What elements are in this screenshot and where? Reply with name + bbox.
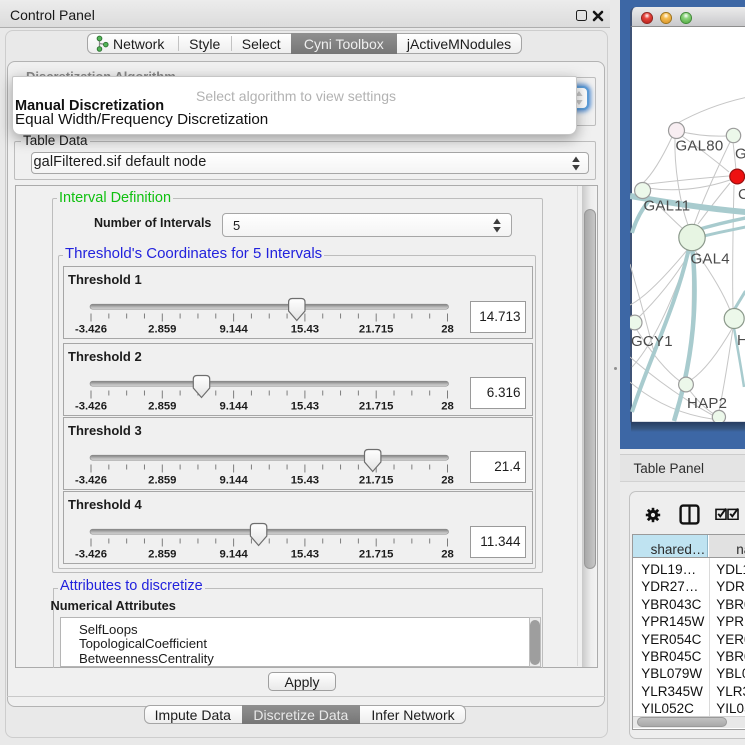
- svg-text:21.715: 21.715: [359, 324, 394, 336]
- svg-text:-3.426: -3.426: [75, 400, 107, 412]
- svg-text:9.144: 9.144: [219, 549, 248, 561]
- svg-text:9.144: 9.144: [219, 324, 248, 336]
- svg-text:2.859: 2.859: [148, 400, 176, 412]
- svg-text:28: 28: [441, 549, 454, 561]
- svg-text:2.859: 2.859: [148, 549, 176, 561]
- svg-text:C: C: [738, 186, 745, 203]
- svg-text:2.859: 2.859: [148, 474, 176, 486]
- svg-text:15.43: 15.43: [291, 474, 319, 486]
- svg-text:H: H: [737, 332, 745, 349]
- svg-text:-3.426: -3.426: [75, 474, 107, 486]
- svg-text:21.715: 21.715: [359, 474, 394, 486]
- svg-text:15.43: 15.43: [291, 400, 319, 412]
- svg-text:28: 28: [441, 474, 454, 486]
- svg-text:21.715: 21.715: [359, 549, 394, 561]
- svg-text:GAL80: GAL80: [675, 137, 723, 154]
- svg-text:GAL4: GAL4: [690, 250, 729, 267]
- svg-text:-3.426: -3.426: [75, 324, 107, 336]
- svg-text:15.43: 15.43: [291, 549, 319, 561]
- svg-text:GCY1: GCY1: [631, 333, 673, 350]
- svg-text:G.: G.: [735, 145, 745, 162]
- svg-text:21.715: 21.715: [359, 400, 394, 412]
- svg-text:-3.426: -3.426: [75, 549, 107, 561]
- svg-text:GAL11: GAL11: [643, 197, 690, 214]
- svg-text:HAP2: HAP2: [687, 395, 727, 412]
- svg-text:9.144: 9.144: [219, 400, 248, 412]
- svg-text:15.43: 15.43: [291, 324, 319, 336]
- svg-text:28: 28: [441, 400, 454, 412]
- svg-text:28: 28: [441, 324, 454, 336]
- svg-text:9.144: 9.144: [219, 474, 248, 486]
- svg-text:2.859: 2.859: [148, 324, 176, 336]
